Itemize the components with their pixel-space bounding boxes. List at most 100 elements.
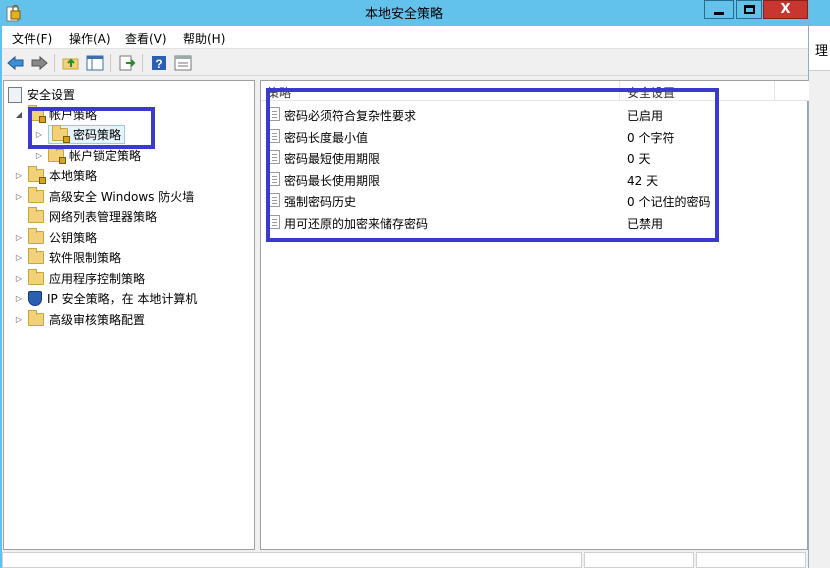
locked-folder-icon bbox=[28, 166, 46, 184]
show-hide-tree-button[interactable] bbox=[85, 53, 105, 73]
tree-root-security-settings[interactable]: 安全设置 bbox=[8, 85, 75, 104]
expand-icon[interactable]: ▷ bbox=[14, 253, 24, 263]
column-header-policy[interactable]: 策略 bbox=[267, 84, 291, 101]
expand-icon[interactable]: ▷ bbox=[34, 151, 44, 161]
main-client-area: 文件(F) 操作(A) 查看(V) 帮助(H) ? 安全设置 ◢ 帐户策略 ▷ … bbox=[2, 26, 809, 568]
status-cell bbox=[584, 552, 694, 568]
expand-icon[interactable]: ▷ bbox=[14, 233, 24, 243]
up-folder-icon bbox=[62, 58, 79, 70]
policy-document-icon bbox=[269, 129, 280, 143]
locked-folder-icon bbox=[48, 146, 66, 164]
minimize-button[interactable] bbox=[704, 0, 734, 19]
expand-icon[interactable]: ▷ bbox=[34, 130, 44, 140]
folder-icon bbox=[28, 248, 44, 264]
status-cell bbox=[2, 552, 582, 568]
up-one-level-button[interactable] bbox=[61, 53, 81, 73]
locked-folder-icon bbox=[52, 125, 70, 143]
expand-icon[interactable]: ▷ bbox=[14, 274, 24, 284]
table-row[interactable]: 密码最短使用期限 0 天 bbox=[261, 147, 809, 168]
folder-icon bbox=[28, 187, 44, 203]
policy-document-icon bbox=[269, 193, 280, 207]
policy-document-icon bbox=[269, 150, 280, 164]
back-button[interactable] bbox=[6, 53, 26, 73]
policy-name: 密码最短使用期限 bbox=[284, 152, 381, 166]
locked-folder-icon bbox=[28, 105, 46, 123]
menu-file[interactable]: 文件(F) bbox=[12, 30, 52, 47]
policy-setting: 42 天 bbox=[627, 174, 659, 188]
maximize-button[interactable] bbox=[736, 0, 762, 19]
background-window-edge: 理 bbox=[808, 0, 830, 568]
tree-item-network-list-manager[interactable]: 网络列表管理器策略 bbox=[28, 207, 157, 226]
table-row[interactable]: 强制密码历史 0 个记住的密码 bbox=[261, 190, 809, 211]
column-divider[interactable] bbox=[774, 81, 775, 101]
policy-name: 强制密码历史 bbox=[284, 195, 357, 209]
policy-name: 用可还原的加密来储存密码 bbox=[284, 217, 429, 231]
column-header-security-setting[interactable]: 安全设置 bbox=[627, 84, 675, 101]
properties-icon bbox=[174, 55, 192, 71]
table-row[interactable]: 用可还原的加密来储存密码 已禁用 bbox=[261, 212, 809, 233]
tree-item-password-policy[interactable]: ▷ 密码策略 bbox=[34, 125, 126, 144]
forward-icon bbox=[31, 55, 48, 71]
window-title: 本地安全策略 bbox=[364, 7, 443, 22]
menu-bar: 文件(F) 操作(A) 查看(V) 帮助(H) bbox=[2, 26, 808, 48]
policy-name: 密码长度最小值 bbox=[284, 131, 369, 145]
tree-item-windows-firewall[interactable]: ▷ 高级安全 Windows 防火墙 bbox=[14, 187, 194, 206]
column-divider[interactable] bbox=[619, 81, 620, 101]
table-row[interactable]: 密码长度最小值 0 个字符 bbox=[261, 126, 809, 147]
list-header: 策略 安全设置 bbox=[261, 81, 809, 101]
tree-item-software-restriction[interactable]: ▷ 软件限制策略 bbox=[14, 248, 121, 267]
properties-button[interactable] bbox=[173, 53, 193, 73]
policy-document-icon bbox=[269, 107, 280, 121]
menu-action[interactable]: 操作(A) bbox=[69, 30, 111, 47]
background-window-text: 理 bbox=[815, 44, 829, 59]
policy-setting: 已禁用 bbox=[627, 217, 664, 231]
policy-document-icon bbox=[269, 172, 280, 186]
forward-button[interactable] bbox=[29, 53, 49, 73]
table-row[interactable]: 密码最长使用期限 42 天 bbox=[261, 169, 809, 190]
toolbar: ? bbox=[2, 48, 808, 76]
table-row[interactable]: 密码必须符合复杂性要求 已启用 bbox=[261, 104, 809, 125]
help-icon: ? bbox=[152, 56, 166, 71]
policy-list: 策略 安全设置 密码必须符合复杂性要求 已启用 密码长度最小值 0 个字符 密码… bbox=[260, 80, 809, 550]
folder-icon bbox=[28, 207, 44, 223]
export-list-icon bbox=[119, 55, 136, 71]
tree-item-advanced-audit[interactable]: ▷ 高级审核策略配置 bbox=[14, 310, 145, 329]
title-bar: 本地安全策略 X bbox=[0, 0, 808, 26]
tree-item-account-policies[interactable]: ◢ 帐户策略 bbox=[14, 105, 97, 124]
close-icon: X bbox=[780, 2, 791, 17]
expand-icon[interactable]: ▷ bbox=[14, 294, 24, 304]
tree-item-public-key-policies[interactable]: ▷ 公钥策略 bbox=[14, 228, 97, 247]
show-hide-tree-icon bbox=[86, 55, 104, 71]
svg-text:?: ? bbox=[155, 57, 162, 71]
export-list-button[interactable] bbox=[117, 53, 137, 73]
policy-setting: 0 个记住的密码 bbox=[627, 195, 711, 209]
tree-item-account-lockout-policy[interactable]: ▷ 帐户锁定策略 bbox=[34, 146, 141, 165]
back-icon bbox=[7, 55, 24, 71]
tree-item-label: 帐户锁定策略 bbox=[69, 149, 142, 163]
tree-item-label: 密码策略 bbox=[73, 128, 122, 142]
collapse-icon[interactable]: ◢ bbox=[14, 110, 24, 120]
expand-icon[interactable]: ▷ bbox=[14, 171, 24, 181]
maximize-icon bbox=[743, 5, 755, 14]
expand-icon[interactable]: ▷ bbox=[14, 192, 24, 202]
help-button[interactable]: ? bbox=[149, 53, 169, 73]
policy-setting: 0 天 bbox=[627, 152, 651, 166]
tree-item-local-policies[interactable]: ▷ 本地策略 bbox=[14, 166, 97, 185]
close-button[interactable]: X bbox=[763, 0, 808, 19]
tree-item-application-control[interactable]: ▷ 应用程序控制策略 bbox=[14, 269, 145, 288]
tree-item-label: 网络列表管理器策略 bbox=[49, 210, 158, 224]
folder-icon bbox=[28, 310, 44, 326]
security-settings-icon bbox=[8, 86, 22, 103]
policy-document-icon bbox=[269, 215, 280, 229]
tree-item-label: IP 安全策略，在 本地计算机 bbox=[47, 292, 198, 306]
policy-name: 密码最长使用期限 bbox=[284, 174, 381, 188]
status-cell bbox=[696, 552, 806, 568]
expand-icon[interactable]: ▷ bbox=[14, 315, 24, 325]
tree-item-label: 软件限制策略 bbox=[49, 251, 122, 265]
tree-item-label: 帐户策略 bbox=[49, 108, 98, 122]
navigation-tree: 安全设置 ◢ 帐户策略 ▷ 密码策略 ▷ 帐户锁定策略 ▷ 本地策略 ▷ 高级安… bbox=[3, 80, 255, 550]
tree-item-label: 高级安全 Windows 防火墙 bbox=[49, 190, 195, 204]
menu-help[interactable]: 帮助(H) bbox=[183, 30, 225, 47]
tree-item-ip-security[interactable]: ▷ IP 安全策略，在 本地计算机 bbox=[14, 289, 197, 308]
menu-view[interactable]: 查看(V) bbox=[125, 30, 167, 47]
